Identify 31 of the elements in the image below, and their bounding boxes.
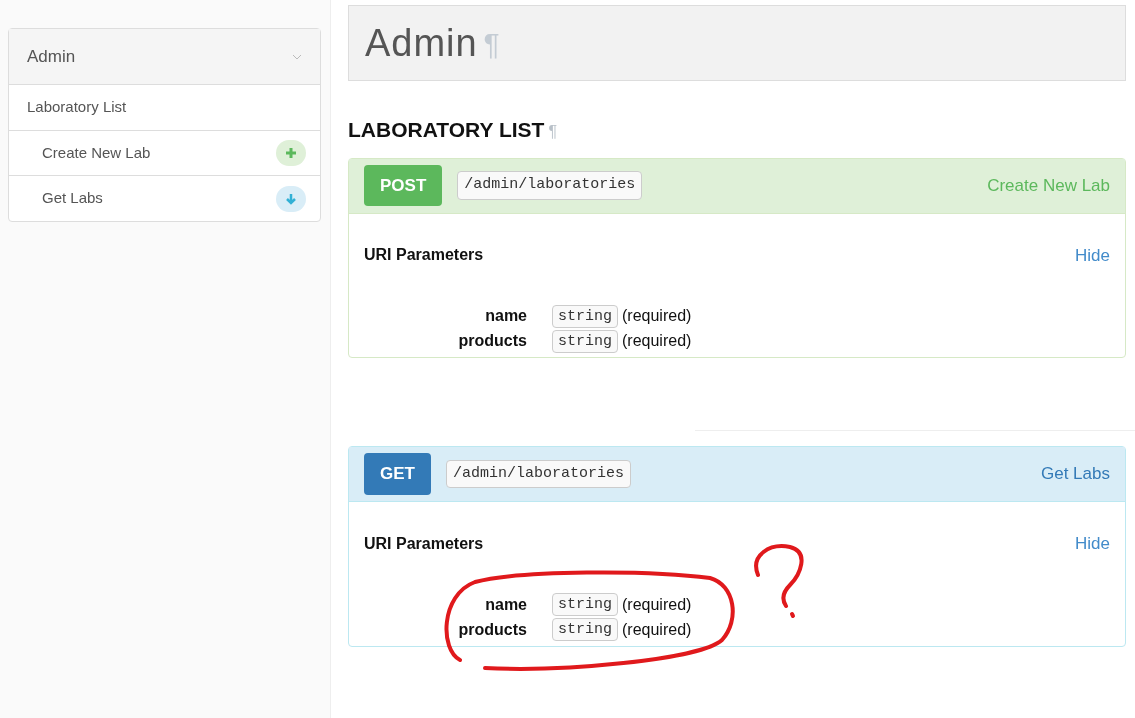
endpoint-name-link[interactable]: Get Labs bbox=[1041, 461, 1110, 487]
param-note: (required) bbox=[622, 331, 692, 351]
endpoint-name-link[interactable]: Create New Lab bbox=[987, 172, 1110, 199]
param-note: (required) bbox=[622, 594, 692, 615]
params-title: URI Parameters bbox=[364, 245, 484, 266]
hide-link[interactable]: Hide bbox=[1075, 242, 1110, 268]
param-type: string bbox=[552, 329, 618, 353]
method-badge: GET bbox=[364, 453, 431, 495]
endpoint-path: /admin/laboratories bbox=[457, 171, 643, 200]
param-type: string bbox=[552, 304, 618, 328]
chevron-down-icon bbox=[292, 53, 302, 60]
param-note: (required) bbox=[622, 619, 692, 640]
method-badge: POST bbox=[364, 164, 443, 207]
sidebar-link[interactable]: Create New Lab bbox=[42, 141, 151, 165]
param-type: string bbox=[552, 593, 618, 616]
param-note: (required) bbox=[622, 306, 692, 326]
param-name: products bbox=[457, 331, 527, 351]
sidebar-section[interactable]: Laboratory List bbox=[9, 85, 320, 131]
sidebar-header[interactable]: Admin bbox=[9, 29, 320, 85]
param-name: name bbox=[484, 594, 527, 615]
section-title: LABORATORY LIST bbox=[348, 117, 545, 143]
plus-icon bbox=[276, 140, 306, 166]
param-name: products bbox=[457, 619, 527, 640]
endpoint-path: /admin/laboratories bbox=[445, 459, 631, 489]
sidebar-title: Admin bbox=[27, 45, 76, 68]
param-type: string bbox=[552, 618, 618, 641]
sidebar-link[interactable]: Get Labs bbox=[42, 187, 103, 210]
hide-link[interactable]: Hide bbox=[1075, 531, 1110, 557]
page-title: Admin bbox=[365, 20, 478, 66]
param-name: name bbox=[484, 306, 527, 326]
params-title: URI Parameters bbox=[364, 533, 484, 554]
